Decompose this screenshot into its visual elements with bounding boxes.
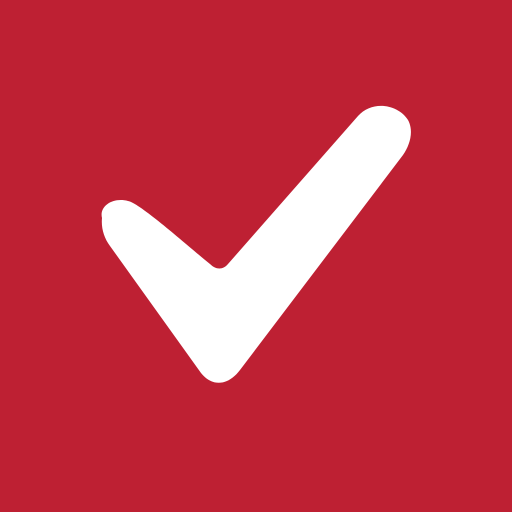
checkmark-icon	[101, 105, 411, 383]
checkmark-glyph	[101, 105, 411, 383]
app-icon-tile	[0, 0, 512, 512]
